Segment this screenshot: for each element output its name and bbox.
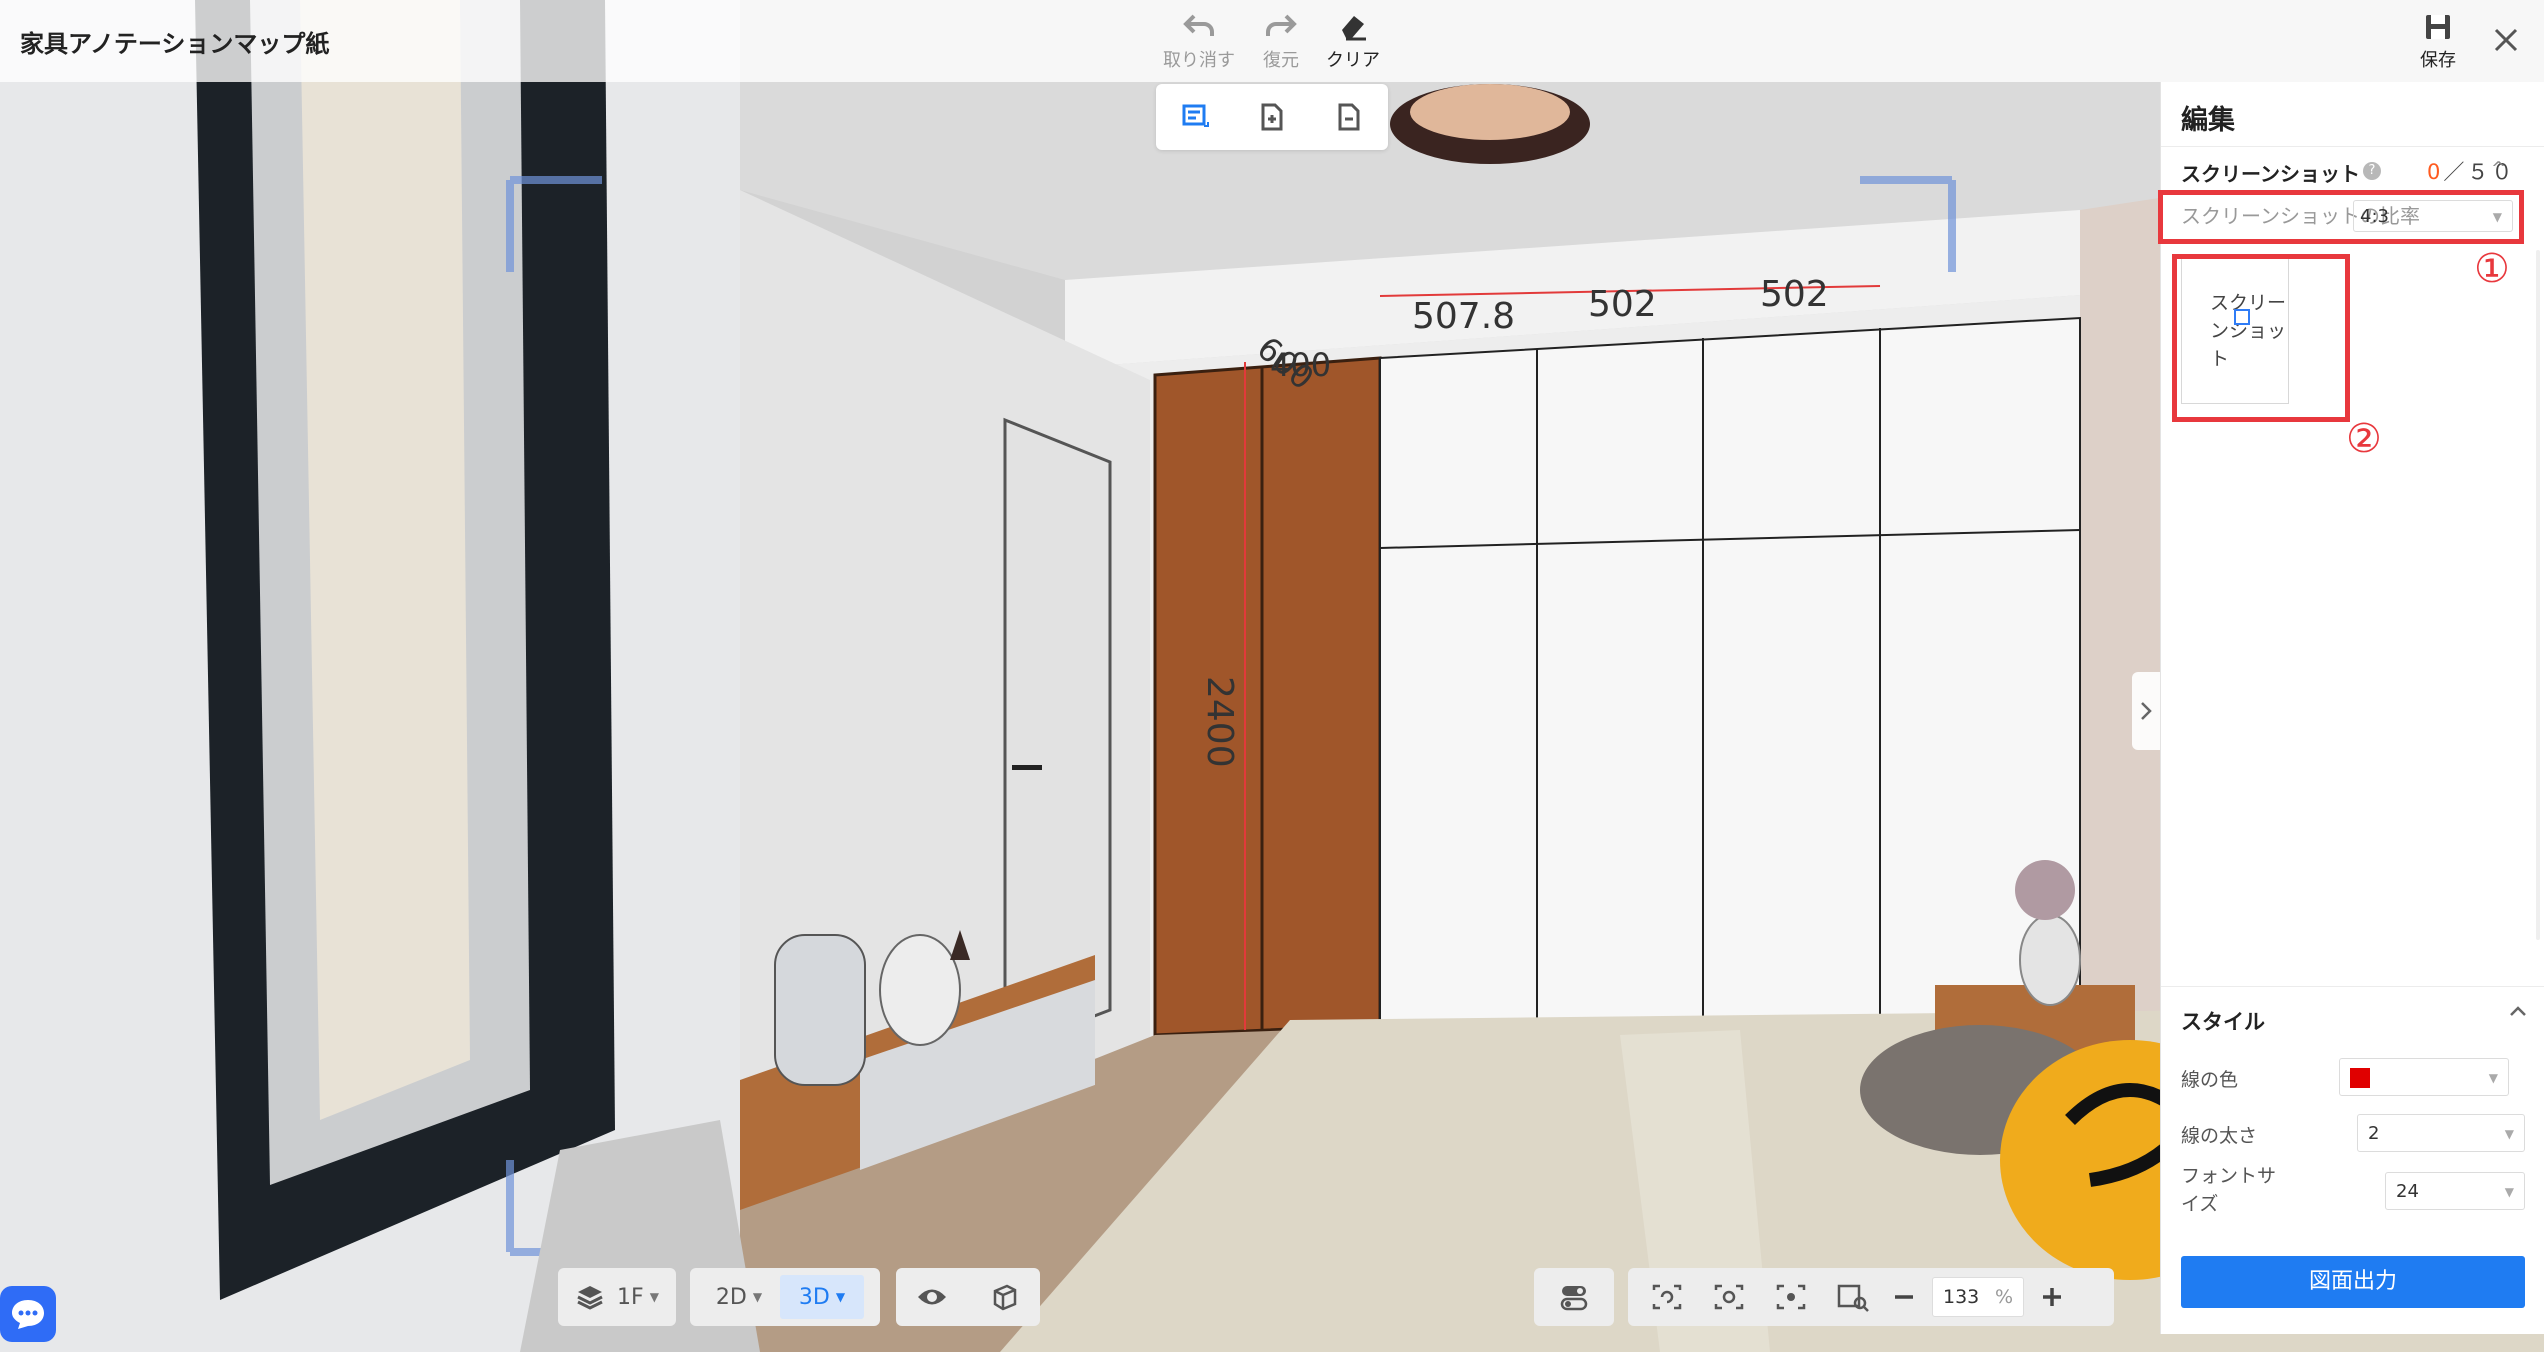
line-color-select[interactable]: ▼ — [2339, 1058, 2509, 1096]
floor-selector[interactable]: 1F ▼ — [558, 1268, 676, 1326]
zoom-out-button[interactable] — [1884, 1275, 1924, 1319]
zoom-input[interactable]: 133 % — [1932, 1277, 2024, 1317]
chevron-down-icon: ▼ — [2488, 1071, 2498, 1085]
chat-icon — [12, 1300, 44, 1329]
file-minus-icon[interactable] — [1327, 95, 1371, 139]
screenshot-header: スクリーンショット — [2181, 162, 2360, 186]
chevron-right-icon — [2141, 702, 2152, 720]
chevron-up-icon[interactable]: ^ — [2491, 158, 2506, 179]
panel-toggle-button[interactable] — [2132, 672, 2160, 750]
line-width-value: 2 — [2368, 1123, 2380, 1144]
annotation-number-2: ② — [2346, 416, 2382, 462]
cube-icon — [993, 1284, 1017, 1311]
close-icon — [2494, 28, 2518, 52]
chevron-up-icon[interactable] — [2507, 1000, 2529, 1026]
panel-scrollbar[interactable] — [2536, 250, 2540, 940]
view-2d-label: 2D — [715, 1284, 747, 1310]
view-3d-button[interactable]: 3D ▼ — [780, 1275, 864, 1319]
dim-label-3: 502 — [1760, 274, 1829, 315]
chevron-down-icon: ▼ — [752, 1290, 763, 1304]
zoom-in-button[interactable] — [2032, 1275, 2072, 1319]
camera-settings-button[interactable] — [1698, 1275, 1760, 1319]
chat-support-button[interactable] — [0, 1286, 56, 1342]
wardrobe-wood — [1153, 356, 1382, 1037]
annotation-box-1 — [2158, 190, 2524, 244]
layers-icon — [577, 1286, 603, 1310]
font-size-select[interactable]: 24 ▼ — [2385, 1172, 2525, 1210]
eye-icon — [918, 1289, 946, 1305]
zoom-frame-icon — [1837, 1284, 1869, 1312]
chevron-down-icon: ▼ — [2504, 1185, 2514, 1199]
chevron-down-icon: ▼ — [649, 1290, 659, 1304]
floor-label: 1F — [617, 1284, 644, 1310]
zoom-unit: % — [1994, 1286, 2013, 1308]
undo-button[interactable]: 取り消す — [1156, 12, 1242, 74]
save-label: 保存 — [2420, 50, 2456, 71]
font-size-value: 24 — [2396, 1181, 2419, 1202]
settings-toggle-button[interactable] — [1546, 1275, 1602, 1319]
close-button[interactable] — [2476, 10, 2536, 70]
clear-button[interactable]: クリア — [1310, 12, 1396, 74]
zoom-area-button[interactable] — [1822, 1275, 1884, 1319]
focus-icon — [1776, 1284, 1806, 1310]
dim-label-height: 2400 — [1199, 676, 1240, 768]
style-header: スタイル — [2181, 1010, 2265, 1034]
toggle-tools — [1534, 1268, 1614, 1326]
visibility-tools — [896, 1268, 1040, 1326]
line-width-label: 線の太さ — [2181, 1125, 2258, 1147]
focus-button[interactable] — [1760, 1275, 1822, 1319]
rotate-frame-icon — [1652, 1284, 1682, 1310]
annotation-box-2 — [2172, 254, 2350, 422]
font-size-label: フォントサイズ — [2181, 1165, 2277, 1215]
eye-button[interactable] — [904, 1275, 960, 1319]
export-drawing-button[interactable]: 図面出力 — [2181, 1256, 2525, 1308]
redo-label: 復元 — [1263, 50, 1299, 71]
top-bar: 家具アノテーションマップ紙 取り消す 復元 クリア 保存 — [0, 0, 2544, 82]
annotation-number-1: ① — [2474, 246, 2510, 292]
app-title: 家具アノテーションマップ紙 — [20, 30, 330, 58]
dim-label-1: 507.8 — [1412, 296, 1515, 337]
plus-icon — [2043, 1288, 2061, 1306]
help-icon[interactable]: ? — [2363, 162, 2381, 180]
panel-title: 編集 — [2181, 105, 2235, 136]
wardrobe-white — [1379, 316, 2081, 1042]
floor-dropdown[interactable]: 1F ▼ — [558, 1275, 676, 1319]
cube-button[interactable] — [976, 1275, 1032, 1319]
chevron-down-icon: ▼ — [835, 1290, 846, 1304]
undo-icon — [1156, 12, 1242, 46]
chevron-down-icon: ▼ — [2504, 1127, 2514, 1141]
divider — [2161, 986, 2544, 987]
view-mode-switch: 2D ▼ 3D ▼ — [690, 1268, 880, 1326]
dim-label-5: 400 — [1270, 346, 1331, 384]
line-color-swatch — [2350, 1068, 2370, 1088]
view-2d-button[interactable]: 2D ▼ — [698, 1275, 780, 1319]
camera-gear-icon — [1714, 1284, 1744, 1310]
undo-label: 取り消す — [1163, 50, 1235, 71]
divider — [2161, 146, 2544, 147]
screenshot-count-current: 0 — [2427, 160, 2444, 184]
eraser-icon — [1310, 12, 1396, 46]
file-plus-icon[interactable] — [1250, 95, 1294, 139]
view-3d-label: 3D — [798, 1284, 830, 1310]
zoom-value: 133 — [1943, 1286, 1980, 1308]
clear-label: クリア — [1326, 50, 1380, 71]
line-color-label: 線の色 — [2181, 1069, 2239, 1091]
camera-zoom-tools: 133 % — [1628, 1268, 2114, 1326]
minus-icon — [1895, 1295, 1913, 1299]
save-button[interactable]: 保存 — [2396, 12, 2480, 74]
dim-label-2: 502 — [1588, 284, 1657, 325]
line-width-select[interactable]: 2 ▼ — [2357, 1114, 2525, 1152]
rotate-view-button[interactable] — [1636, 1275, 1698, 1319]
annotate-mode-icon[interactable] — [1173, 95, 1217, 139]
save-icon — [2396, 12, 2480, 46]
annotation-mode-toolbar — [1156, 84, 1388, 150]
toggle-icon — [1560, 1286, 1588, 1311]
